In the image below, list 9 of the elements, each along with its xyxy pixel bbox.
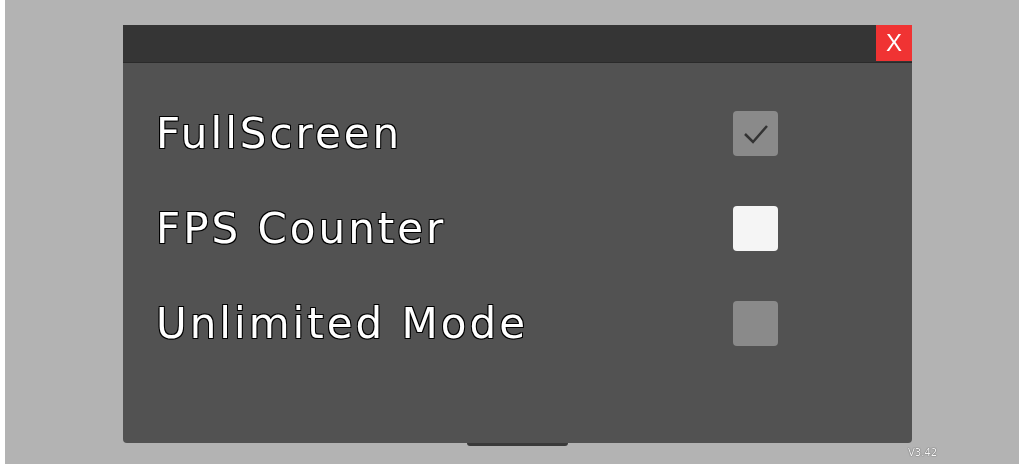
checkmark-icon xyxy=(742,123,769,144)
checkbox[interactable] xyxy=(733,206,778,251)
version-label: V3.42 xyxy=(908,446,938,460)
close-button[interactable]: X xyxy=(876,25,912,61)
option-label: FullScreen xyxy=(156,112,404,155)
option-label: Unlimited Mode xyxy=(156,302,530,345)
checkbox[interactable] xyxy=(733,301,778,346)
checkbox[interactable] xyxy=(733,111,778,156)
option-label: FPS Counter xyxy=(156,207,448,250)
